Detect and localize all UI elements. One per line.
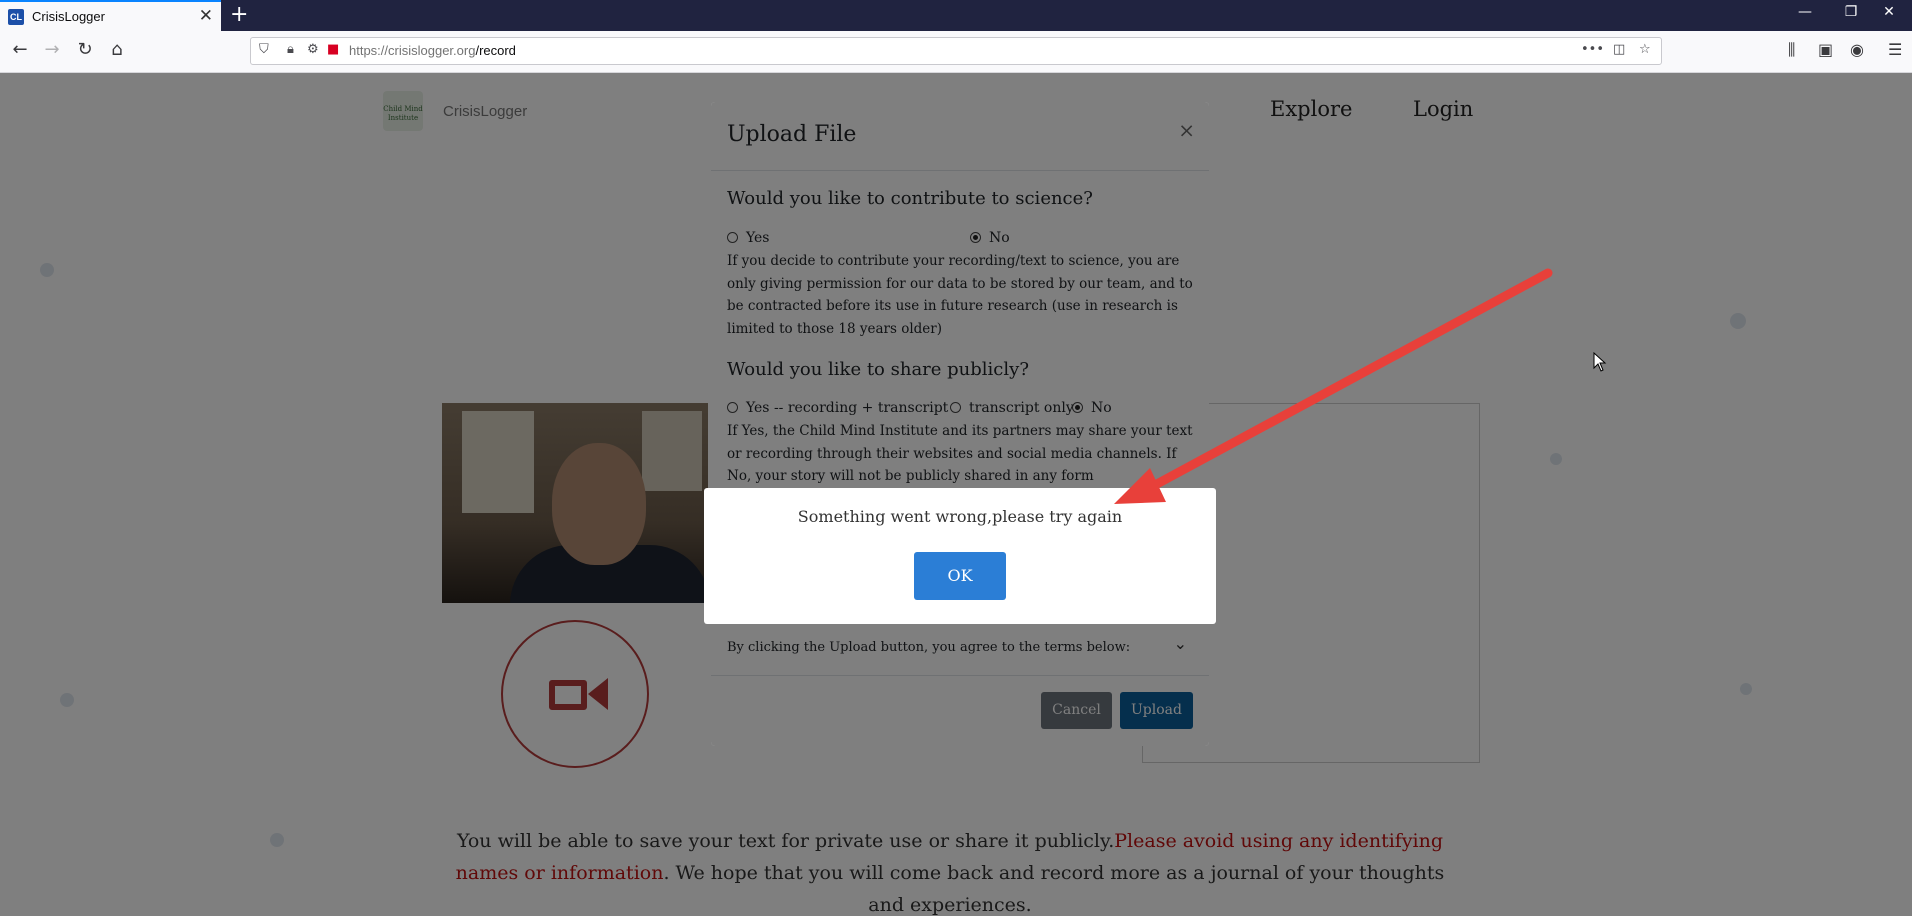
arrow-shaft [1137,268,1553,497]
annotation-arrow-icon [1114,268,1553,504]
arrow-head [1114,468,1166,504]
mouse-cursor-icon [1593,352,1607,372]
